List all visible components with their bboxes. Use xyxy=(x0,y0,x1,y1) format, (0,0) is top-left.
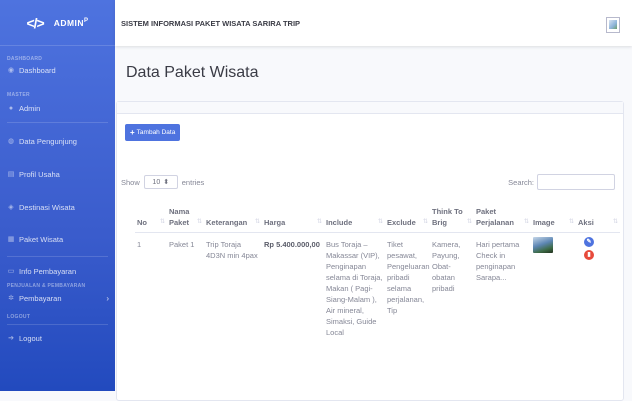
column-header-paket-perjalanan[interactable]: Paket Perjalanan ⇅ xyxy=(474,204,531,233)
sidebar-item-label: Data Pengunjung xyxy=(19,136,77,146)
map-icon: ◈ xyxy=(8,204,14,211)
column-header-image[interactable]: Image ⇅ xyxy=(531,204,576,233)
column-header-harga[interactable]: Harga ⇅ xyxy=(262,204,324,233)
table-icon: ▦ xyxy=(7,236,15,243)
sidebar-item-label: Info Pembayaran xyxy=(19,266,77,276)
add-data-label: Tambah Data xyxy=(136,129,176,136)
cell-nama-paket: Paket 1 xyxy=(169,240,195,249)
sort-icon: ⇅ xyxy=(612,219,618,225)
edit-button[interactable]: ✎ xyxy=(584,237,594,247)
sort-icon: ⇅ xyxy=(196,219,202,225)
sort-icon: ⇅ xyxy=(254,219,260,225)
sidebar-item-destinasi-wisata[interactable]: ◈ Destinasi Wisata xyxy=(7,200,109,214)
plus-icon: + xyxy=(130,128,135,137)
sidebar-item-label: Destinasi Wisata xyxy=(19,202,75,212)
users-icon: ◍ xyxy=(7,138,15,145)
sidebar-item-label: Profil Usaha xyxy=(19,169,60,179)
cell-include: Bus Toraja – Makassar (VIP), Penginapan … xyxy=(326,240,383,337)
table-row: 1 Paket 1 Trip Toraja 4D3N min 4pax Rp 5… xyxy=(135,233,620,345)
sidebar-item-logout[interactable]: ➔ Logout xyxy=(7,331,109,345)
signout-icon: ➔ xyxy=(8,335,14,342)
cell-aksi: ✎ ▮ xyxy=(576,233,620,345)
sidebar-divider xyxy=(7,256,108,257)
add-data-button[interactable]: + Tambah Data xyxy=(125,124,181,141)
sidebar-item-admin[interactable]: ● Admin xyxy=(7,101,109,115)
sidebar-item-pembayaran[interactable]: ✲ Pembayaran › xyxy=(7,291,109,305)
app-title: SISTEM INFORMASI PAKET WISATA SARIRA TRI… xyxy=(121,18,301,28)
card-header xyxy=(117,102,623,114)
sidebar-brand[interactable]: </> ADMINP xyxy=(0,0,115,46)
data-card: + Tambah Data Show 10 ⬍ entries Search: … xyxy=(116,101,624,401)
show-label: Show xyxy=(121,177,140,187)
entries-select[interactable]: 10 ⬍ xyxy=(143,175,178,189)
cell-image xyxy=(531,233,576,345)
column-header-exclude[interactable]: Exclude ⇅ xyxy=(385,204,430,233)
sidebar-heading-master: MASTER xyxy=(7,92,30,98)
entries-value: 10 xyxy=(152,178,161,186)
column-header-keterangan[interactable]: Keterangan ⇅ xyxy=(204,204,262,233)
sort-icon: ⇅ xyxy=(422,219,428,225)
sort-icon: ⇅ xyxy=(466,219,472,225)
sidebar-item-label: Logout xyxy=(19,333,42,343)
avatar[interactable] xyxy=(606,17,620,33)
money-icon: ▭ xyxy=(7,268,15,275)
topbar: SISTEM INFORMASI PAKET WISATA SARIRA TRI… xyxy=(115,0,632,46)
delete-button[interactable]: ▮ xyxy=(584,250,594,260)
chevron-updown-icon: ⬍ xyxy=(163,179,170,186)
sort-icon: ⇅ xyxy=(568,219,574,225)
chevron-right-icon: › xyxy=(106,293,109,303)
column-header-include[interactable]: Include ⇅ xyxy=(324,204,385,233)
sidebar-heading-penjualan: PENJUALAN & PEMBAYARAN xyxy=(7,283,86,289)
sidebar-item-info-pembayaran[interactable]: ▭ Info Pembayaran xyxy=(7,264,109,278)
search-box: Search: xyxy=(508,174,615,190)
sidebar-item-label: Pembayaran xyxy=(19,293,62,303)
edit-icon: ✎ xyxy=(586,238,592,245)
column-header-nama-paket[interactable]: Nama Paket ⇅ xyxy=(167,204,204,233)
cell-paket-perjalanan: Hari pertama Check in penginapan Sarapa.… xyxy=(476,240,520,282)
cell-think-to-brig: Kamera, Payung, Obat-obatan pribadi xyxy=(432,240,461,293)
sidebar-item-label: Admin xyxy=(19,103,41,113)
sidebar-item-data-pengunjung[interactable]: ◍ Data Pengunjung xyxy=(7,134,109,148)
gauge-icon: ◉ xyxy=(7,67,15,74)
column-header-no[interactable]: No ⇅ xyxy=(135,204,167,233)
search-input[interactable] xyxy=(537,174,615,190)
package-thumbnail xyxy=(533,237,553,253)
paket-table: No ⇅ Nama Paket ⇅ Keterangan ⇅ Harga ⇅ Inclu… xyxy=(135,204,620,344)
cell-keterangan: Trip Toraja 4D3N min 4pax xyxy=(206,240,258,260)
user-icon: ● xyxy=(8,104,14,112)
cell-exclude: Tiket pesawat, Pengeluaran pribadi selam… xyxy=(387,240,430,315)
cell-harga: Rp 5.400.000,00 xyxy=(264,240,320,249)
gear-icon: ✲ xyxy=(8,295,14,302)
sidebar-heading-dashboard: DASHBOARD xyxy=(7,56,43,62)
page-title: Data Paket Wisata xyxy=(126,64,259,81)
sort-icon: ⇅ xyxy=(159,219,165,225)
column-header-aksi[interactable]: Aksi ⇅ xyxy=(576,204,620,233)
sidebar-divider xyxy=(7,324,108,325)
brand-logo: </> xyxy=(26,14,44,31)
brand-label: ADMINP xyxy=(53,17,89,28)
brand-sup: P xyxy=(84,17,89,24)
table-header-row: No ⇅ Nama Paket ⇅ Keterangan ⇅ Harga ⇅ Inclu… xyxy=(135,204,620,233)
sort-icon: ⇅ xyxy=(523,219,529,225)
sidebar-item-label: Paket Wisata xyxy=(19,234,64,244)
trash-icon: ▮ xyxy=(587,251,591,258)
sidebar-heading-logout: LOGOUT xyxy=(7,314,31,320)
show-entries: Show 10 ⬍ entries xyxy=(121,175,204,189)
sidebar-item-paket-wisata[interactable]: ▦ Paket Wisata xyxy=(7,232,109,246)
sidebar-item-dashboard[interactable]: ◉ Dashboard xyxy=(7,63,109,77)
search-label: Search: xyxy=(508,177,534,187)
cell-no: 1 xyxy=(137,240,142,249)
sidebar-divider xyxy=(7,122,108,123)
file-icon: ▤ xyxy=(7,171,15,178)
sidebar-item-profil-usaha[interactable]: ▤ Profil Usaha xyxy=(7,167,109,181)
sidebar: </> ADMINP DASHBOARD ◉ Dashboard MASTER … xyxy=(0,0,115,391)
entries-label: entries xyxy=(181,177,205,187)
sidebar-item-label: Dashboard xyxy=(19,65,56,75)
column-header-think-to-brig[interactable]: Think To Brig ⇅ xyxy=(430,204,474,233)
sort-icon: ⇅ xyxy=(316,219,322,225)
sort-icon: ⇅ xyxy=(377,219,383,225)
